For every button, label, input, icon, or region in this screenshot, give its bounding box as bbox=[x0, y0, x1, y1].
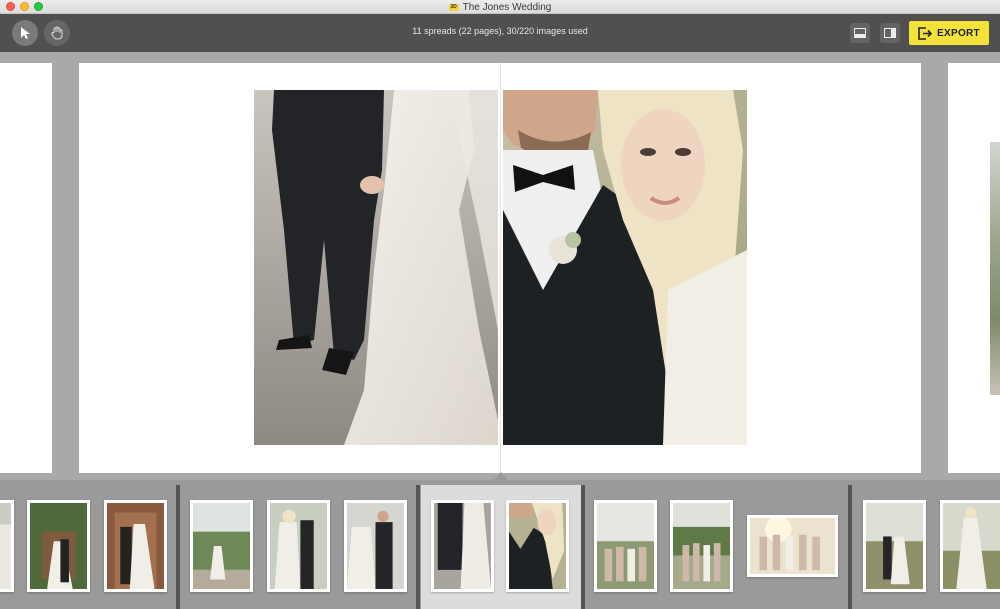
bottom-panel-icon bbox=[854, 28, 866, 38]
window-title-wrap: 3D The Jones Wedding bbox=[0, 0, 1000, 14]
next-spread-photo bbox=[990, 142, 1000, 395]
filmstrip-thumbnail[interactable] bbox=[863, 500, 926, 592]
filmstrip-thumbnail[interactable] bbox=[27, 500, 90, 592]
title-bar: 3D The Jones Wedding bbox=[0, 0, 1000, 14]
spread-filmstrip[interactable] bbox=[0, 480, 1000, 609]
filmstrip-thumbnail-selected[interactable] bbox=[506, 500, 569, 592]
filmstrip-thumbnail[interactable] bbox=[747, 515, 838, 577]
spread-divider bbox=[416, 485, 420, 609]
side-panel-icon bbox=[884, 28, 896, 38]
spread-divider bbox=[581, 485, 585, 609]
selected-spread-pointer bbox=[494, 472, 508, 480]
spread-divider bbox=[848, 485, 852, 609]
spread-photo-left[interactable] bbox=[254, 90, 498, 445]
bride-groom-portrait-image bbox=[503, 90, 747, 445]
filmstrip-thumbnail[interactable] bbox=[594, 500, 657, 592]
window-title: The Jones Wedding bbox=[462, 1, 552, 13]
spread-photo-right[interactable] bbox=[503, 90, 747, 445]
export-icon bbox=[918, 26, 933, 40]
app-icon: 3D bbox=[448, 3, 459, 11]
filmstrip-thumbnail[interactable] bbox=[104, 500, 167, 592]
filmstrip-thumbnail[interactable] bbox=[344, 500, 407, 592]
export-button[interactable]: EXPORT bbox=[909, 21, 989, 45]
previous-spread-page[interactable] bbox=[0, 63, 52, 473]
filmstrip-thumbnail[interactable] bbox=[0, 500, 14, 592]
export-label: EXPORT bbox=[937, 27, 980, 39]
filmstrip-thumbnail[interactable] bbox=[940, 500, 1000, 592]
filmstrip-thumbnail[interactable] bbox=[670, 500, 733, 592]
filmstrip-thumbnail[interactable] bbox=[190, 500, 253, 592]
bottom-panel-toggle[interactable] bbox=[850, 23, 870, 43]
spread-canvas[interactable] bbox=[0, 52, 1000, 480]
current-spread[interactable] bbox=[79, 63, 921, 473]
filmstrip-thumbnail[interactable] bbox=[267, 500, 330, 592]
couple-photo-image bbox=[254, 90, 498, 445]
spread-fold-line bbox=[500, 63, 501, 473]
toolbar: 11 spreads (22 pages), 30/220 images use… bbox=[0, 14, 1000, 52]
side-panel-toggle[interactable] bbox=[880, 23, 900, 43]
spread-divider bbox=[176, 485, 180, 609]
filmstrip-thumbnail-selected[interactable] bbox=[431, 500, 494, 592]
